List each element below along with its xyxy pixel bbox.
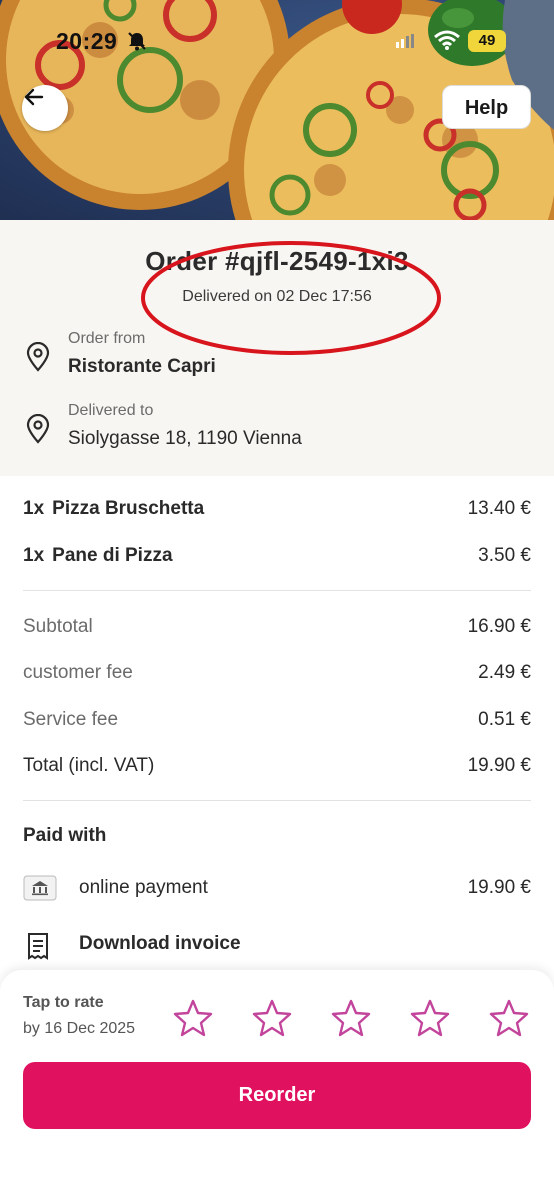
- bottom-sheet: Tap to rate by 16 Dec 2025 Reorder: [0, 970, 554, 1200]
- paid-with-heading: Paid with: [23, 825, 107, 846]
- item-name: Pane di Pizza: [52, 545, 173, 566]
- download-invoice-label: Download invoice: [79, 933, 241, 954]
- item-quantity: 1x: [23, 498, 45, 519]
- order-from-row: Order from Ristorante Capri: [24, 330, 524, 390]
- order-from-label: Order from: [68, 330, 146, 347]
- help-button[interactable]: Help: [442, 85, 531, 129]
- summary-value: 0.51 €: [478, 709, 531, 730]
- star-icon[interactable]: [409, 998, 451, 1043]
- rate-deadline: by 16 Dec 2025: [23, 1020, 136, 1037]
- battery-indicator: 49: [468, 30, 506, 52]
- summary-label: Subtotal: [23, 616, 93, 637]
- status-time: 20:29: [56, 28, 118, 54]
- summary-label: Service fee: [23, 709, 119, 730]
- item-price: 3.50 €: [478, 545, 531, 566]
- item-price: 13.40 €: [467, 498, 531, 519]
- star-icon[interactable]: [251, 998, 293, 1043]
- delivered-to-row: Delivered to Siolygasse 18, 1190 Vienna: [24, 402, 524, 462]
- summary-value: 2.49 €: [478, 662, 531, 683]
- divider: [23, 800, 531, 801]
- receipt-icon: [23, 931, 53, 966]
- summary-value: 16.90 €: [467, 616, 531, 637]
- location-pin-icon: [24, 413, 52, 449]
- item-quantity: 1x: [23, 545, 45, 566]
- summary-label: Total (incl. VAT): [23, 755, 155, 776]
- restaurant-name: Ristorante Capri: [68, 356, 216, 377]
- delivery-address: Siolygasse 18, 1190 Vienna: [68, 428, 302, 449]
- delivered-to-label: Delivered to: [68, 402, 154, 419]
- download-invoice-button[interactable]: Download invoice: [23, 929, 531, 960]
- location-pin-icon: [24, 341, 52, 377]
- status-bar: 20:29 49: [0, 26, 554, 58]
- reorder-button[interactable]: Reorder: [23, 1062, 531, 1129]
- divider: [23, 590, 531, 591]
- star-icon[interactable]: [172, 998, 214, 1043]
- back-button[interactable]: [22, 85, 68, 131]
- order-info-section: Order #qjfl-2549-1xi3 Delivered on 02 De…: [0, 220, 554, 476]
- star-icon[interactable]: [330, 998, 372, 1043]
- payment-amount: 19.90 €: [467, 877, 531, 898]
- payment-method-row: online payment 19.90 €: [23, 873, 531, 903]
- summary-value: 19.90 €: [467, 755, 531, 776]
- hero-image: 20:29 49 Help: [0, 0, 554, 220]
- payment-method: online payment: [79, 877, 208, 898]
- summary-label: customer fee: [23, 662, 133, 683]
- arrow-left-icon: [24, 88, 44, 106]
- item-name: Pizza Bruschetta: [52, 498, 205, 519]
- rate-title: Tap to rate: [23, 994, 104, 1011]
- star-icon[interactable]: [488, 998, 530, 1043]
- bank-icon: [23, 875, 57, 906]
